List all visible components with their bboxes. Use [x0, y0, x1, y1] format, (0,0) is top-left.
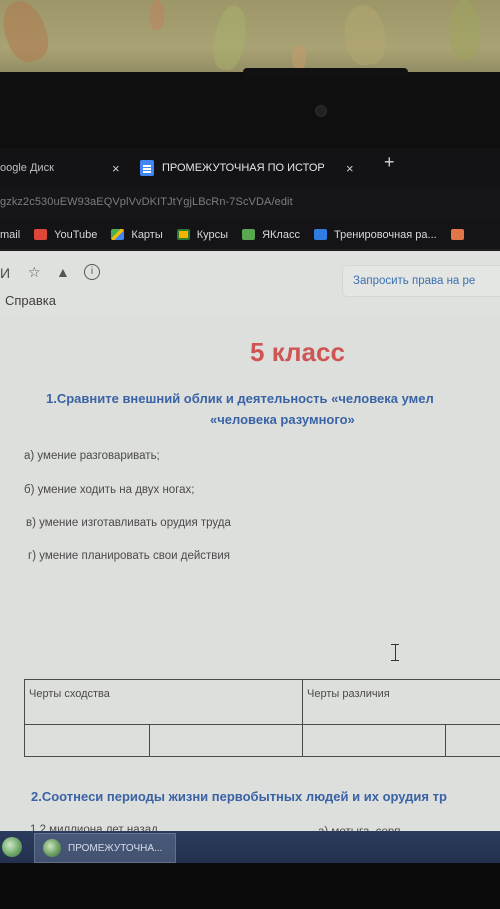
- grade-heading: 5 класс: [250, 337, 345, 367]
- bookmark-label: Карты: [131, 228, 163, 241]
- folder-icon: [450, 229, 464, 240]
- webcam-housing: [243, 68, 408, 78]
- taskbar-item-chrome[interactable]: ПРОМЕЖУТОЧНА...: [34, 833, 176, 863]
- bookmark-label: mail: [0, 228, 21, 241]
- star-icon[interactable]: ☆: [28, 264, 41, 281]
- bookmark-overflow[interactable]: [450, 229, 471, 240]
- question-1-title: 1.Сравните внешний облик и деятельность …: [46, 391, 434, 406]
- forms-icon: [313, 229, 327, 240]
- bookmark-label: Курсы: [196, 228, 229, 241]
- tab-label: ПРОМЕЖУТОЧНАЯ ПО ИСТОР: [162, 162, 325, 174]
- yaklass-icon: [242, 229, 256, 240]
- bookmark-label: Тренировочная ра...: [333, 228, 437, 241]
- comparison-table: Черты сходства Черты различия: [24, 679, 500, 757]
- new-tab-button[interactable]: +: [384, 152, 395, 173]
- table-cell[interactable]: [149, 724, 303, 757]
- bookmark-label: ЯКласс: [262, 228, 300, 241]
- option-v: в) умение изготавливать орудия труда: [26, 517, 231, 529]
- option-a: а) умение разговаривать;: [24, 450, 160, 462]
- monitor-bezel: [0, 72, 500, 148]
- info-icon[interactable]: i: [84, 264, 100, 280]
- question-1-title-cont: «человека разумного»: [210, 412, 355, 427]
- taskbar: ПРОМЕЖУТОЧНА...: [0, 831, 500, 863]
- tab-bar: oogle Диск × ПРОМЕЖУТОЧНАЯ ПО ИСТОР ×: [0, 148, 500, 188]
- menu-help[interactable]: Справка: [5, 293, 56, 308]
- bookmark-label: YouTube: [54, 228, 98, 241]
- classroom-icon: [176, 229, 190, 240]
- docs-header: И ☆ ▲ i Справка Запросить права на ре: [0, 251, 500, 315]
- header-differences[interactable]: Черты различия: [302, 679, 500, 725]
- text-cursor-icon: [391, 644, 399, 661]
- bookmark-gmail[interactable]: mail: [0, 229, 20, 241]
- docs-page: И ☆ ▲ i Справка Запросить права на ре 5 …: [0, 251, 500, 899]
- youtube-icon: [34, 229, 48, 240]
- taskbar-item-label: ПРОМЕЖУТОЧНА...: [68, 842, 163, 854]
- webcam-icon: [315, 105, 327, 117]
- bookmark-classroom[interactable]: Курсы: [176, 228, 229, 241]
- tab-label: oogle Диск: [0, 162, 54, 174]
- monitor-bottom-bezel: [0, 863, 500, 909]
- tab-google-drive[interactable]: oogle Диск ×: [0, 156, 130, 180]
- document-title[interactable]: И: [0, 265, 10, 281]
- bookmark-maps[interactable]: Карты: [111, 228, 163, 241]
- bookmark-youtube[interactable]: YouTube: [34, 229, 97, 241]
- url-text[interactable]: gzkz2c530uEW93aEQVplVvDKITJtYgjLBcRn-7Sc…: [0, 196, 293, 208]
- close-tab-icon[interactable]: ×: [346, 161, 354, 176]
- request-access-button[interactable]: Запросить права на ре: [342, 265, 500, 297]
- option-g: г) умение планировать свои действия: [28, 550, 231, 562]
- table-cell[interactable]: [24, 724, 150, 757]
- question-2-title: 2.Соотнеси периоды жизни первобытных люд…: [31, 789, 447, 804]
- tab-document[interactable]: ПРОМЕЖУТОЧНАЯ ПО ИСТОР ×: [140, 156, 370, 180]
- start-button-icon[interactable]: [2, 837, 22, 857]
- bookmark-yaklass[interactable]: ЯКласс: [242, 229, 300, 241]
- option-b: б) умение ходить на двух ногах;: [24, 484, 195, 496]
- address-bar[interactable]: gzkz2c530uEW93aEQVplVvDKITJtYgjLBcRn-7Sc…: [0, 188, 500, 220]
- document-body[interactable]: 5 класс 1.Сравните внешний облик и деяте…: [0, 315, 500, 899]
- google-docs-icon: [140, 160, 154, 176]
- maps-icon: [111, 229, 125, 240]
- close-tab-icon[interactable]: ×: [112, 161, 120, 176]
- bookmark-forms[interactable]: Тренировочная ра...: [313, 228, 437, 241]
- table-cell[interactable]: [445, 724, 500, 757]
- drive-icon[interactable]: ▲: [56, 264, 70, 280]
- chrome-icon: [43, 839, 61, 857]
- table-cell[interactable]: [302, 724, 446, 757]
- bookmarks-bar: mail YouTube Карты Курсы ЯКласс Трениров…: [0, 220, 500, 250]
- header-similarities[interactable]: Черты сходства: [24, 679, 303, 725]
